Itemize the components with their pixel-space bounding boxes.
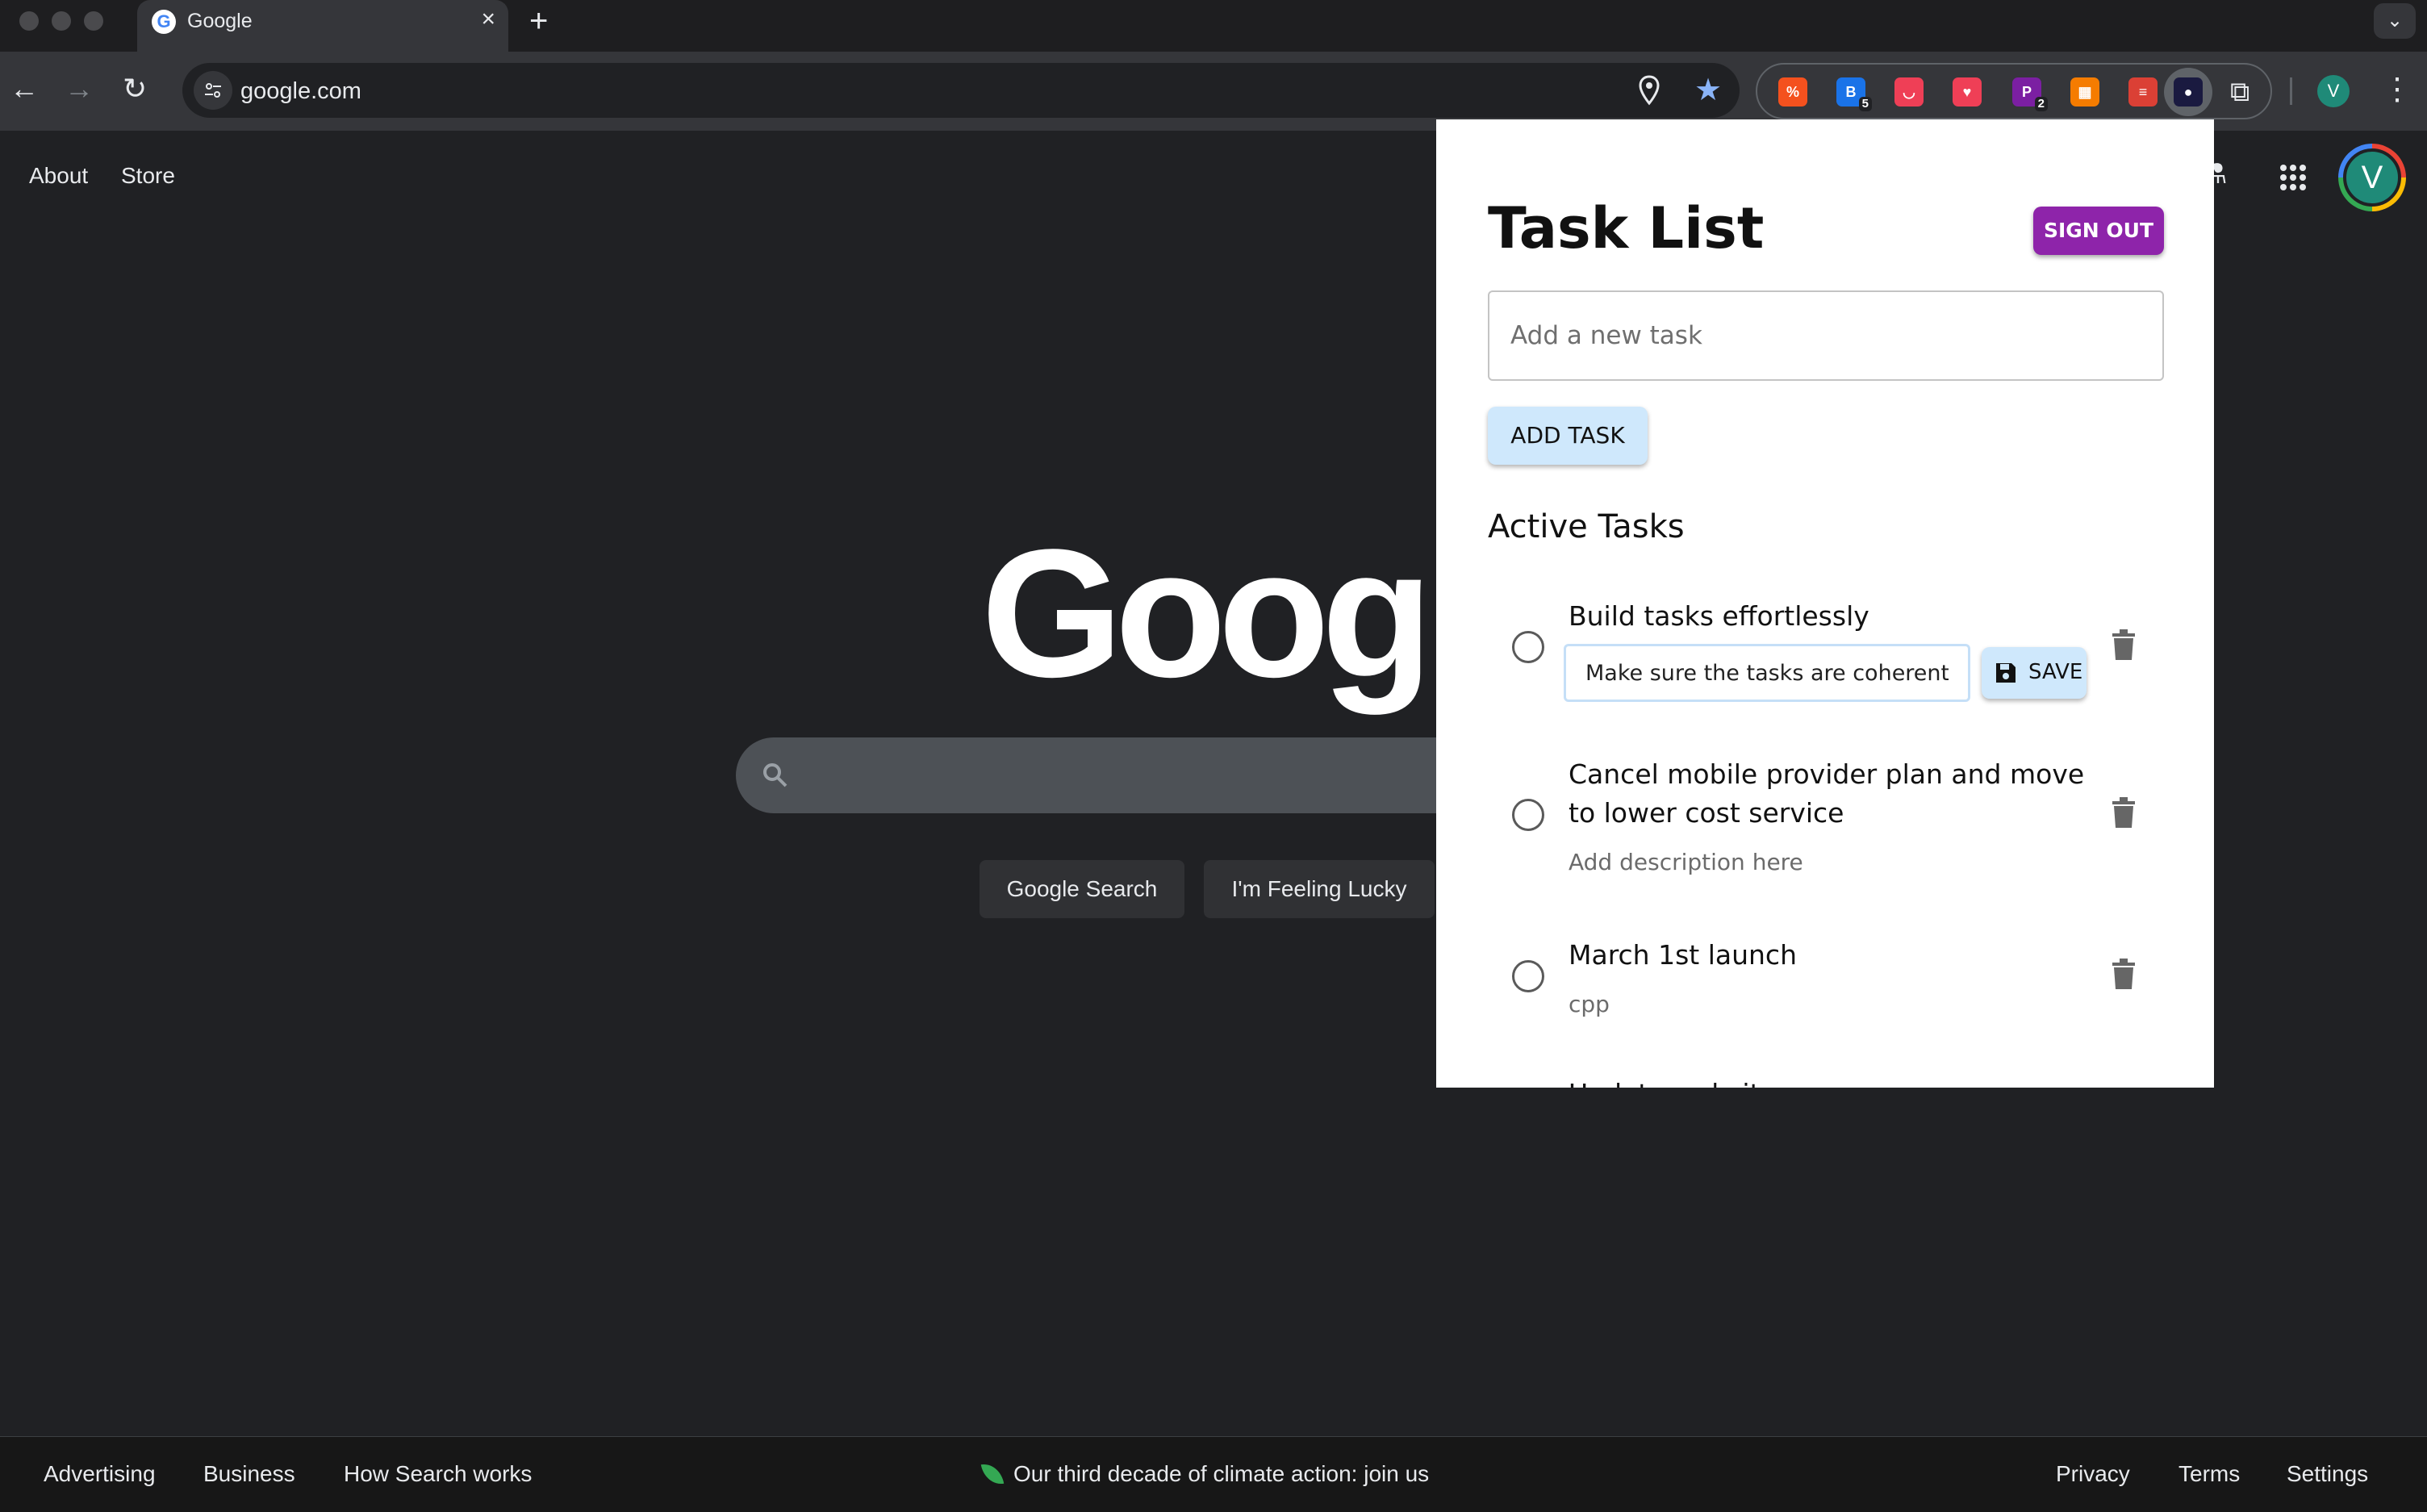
menu-kebab-icon[interactable]: ⋮	[2382, 69, 2412, 110]
save-button[interactable]: SAVE	[1982, 647, 2087, 699]
ext-tasks-icon[interactable]: ●	[2174, 77, 2203, 107]
business-link[interactable]: Business	[203, 1461, 295, 1487]
extension-badge: 2	[2034, 97, 2048, 111]
task-title-partial[interactable]: Update website	[1569, 1078, 1777, 1088]
ext-todoist-icon[interactable]: ≡	[2128, 77, 2158, 107]
google-search-button[interactable]: Google Search	[980, 860, 1184, 918]
tab-search-button[interactable]: ⌄	[2374, 3, 2416, 39]
task-list-popup: Task List SIGN OUT ADD TASK Active Tasks…	[1436, 119, 2214, 1088]
ext-layout-icon[interactable]: ▦	[2070, 77, 2099, 107]
toolbar-divider	[2290, 77, 2292, 105]
tab-title: Google	[187, 10, 253, 32]
tab-strip: G Google × + ⌄	[0, 0, 2427, 52]
bookmark-star-icon[interactable]: ★	[1694, 74, 1722, 107]
task-complete-radio[interactable]	[1512, 631, 1544, 663]
avatar-initial: V	[2343, 148, 2401, 207]
ext-shield-icon[interactable]: B5	[1836, 77, 1872, 111]
leaf-icon	[980, 1461, 1005, 1487]
extensions-puzzle-icon[interactable]: ⧉	[2230, 76, 2249, 108]
delete-task-icon[interactable]	[2112, 629, 2135, 663]
google-account-avatar[interactable]: V	[2338, 144, 2406, 211]
feeling-lucky-button[interactable]: I'm Feeling Lucky	[1204, 860, 1435, 918]
tab-close-icon[interactable]: ×	[481, 7, 495, 31]
climate-action-link[interactable]: Our third decade of climate action: join…	[1013, 1461, 1429, 1487]
task-title[interactable]: Cancel mobile provider plan and move to …	[1569, 755, 2085, 833]
reload-button[interactable]: ↻	[123, 71, 147, 107]
back-button[interactable]: ←	[10, 71, 39, 107]
ext-tag-icon[interactable]: %	[1778, 77, 1807, 107]
window-zoom-button[interactable]	[84, 11, 103, 31]
task-title[interactable]: March 1st launch	[1569, 936, 2085, 975]
sign-out-button[interactable]: SIGN OUT	[2033, 207, 2164, 255]
delete-task-icon[interactable]	[2112, 959, 2135, 992]
tab-google[interactable]: G Google ×	[137, 0, 508, 52]
forward-button[interactable]: →	[65, 71, 94, 107]
about-link[interactable]: About	[29, 163, 88, 189]
new-tab-button[interactable]: +	[529, 5, 548, 37]
task-title[interactable]: Build tasks effortlessly	[1569, 597, 2085, 636]
task-description-edit-input[interactable]	[1564, 644, 1970, 702]
privacy-link[interactable]: Privacy	[2056, 1461, 2130, 1487]
ext-p-icon[interactable]: P2	[2012, 77, 2048, 111]
apps-grid-icon[interactable]	[2279, 163, 2308, 196]
task-complete-radio[interactable]	[1512, 960, 1544, 992]
task-description[interactable]: Add description here	[1569, 849, 1803, 875]
ext-heart-icon[interactable]: ♥	[1953, 77, 1982, 107]
location-icon[interactable]	[1638, 75, 1660, 110]
store-link[interactable]: Store	[121, 163, 175, 189]
url-text[interactable]: google.com	[240, 78, 361, 105]
delete-task-icon[interactable]	[2112, 797, 2135, 831]
add-task-button[interactable]: ADD TASK	[1488, 407, 1648, 465]
address-bar[interactable]: google.com ★	[182, 63, 1740, 118]
profile-avatar[interactable]: V	[2317, 75, 2350, 107]
task-complete-radio[interactable]	[1512, 799, 1544, 831]
floppy-disk-icon	[1995, 662, 2017, 687]
advertising-link[interactable]: Advertising	[44, 1461, 156, 1487]
extension-badge: 5	[1858, 97, 1872, 111]
ext-pocket-icon[interactable]: ◡	[1894, 77, 1924, 107]
settings-link[interactable]: Settings	[2287, 1461, 2368, 1487]
save-label: SAVE	[2028, 660, 2083, 684]
search-icon	[760, 760, 791, 795]
task-description[interactable]: cpp	[1569, 991, 1610, 1017]
window-minimize-button[interactable]	[52, 11, 71, 31]
google-footer: Advertising Business How Search works Ou…	[0, 1436, 2427, 1512]
new-task-input[interactable]	[1488, 290, 2164, 381]
window-close-button[interactable]	[19, 11, 39, 31]
active-tasks-heading: Active Tasks	[1488, 508, 1685, 545]
extensions-area: % B5 ◡ ♥ P2 ▦ ≡ ● ⧉	[1756, 63, 2272, 119]
terms-link[interactable]: Terms	[2178, 1461, 2240, 1487]
site-info-icon[interactable]	[194, 71, 232, 110]
popup-title: Task List	[1488, 195, 1765, 261]
how-search-works-link[interactable]: How Search works	[344, 1461, 532, 1487]
google-favicon-icon: G	[152, 10, 176, 34]
